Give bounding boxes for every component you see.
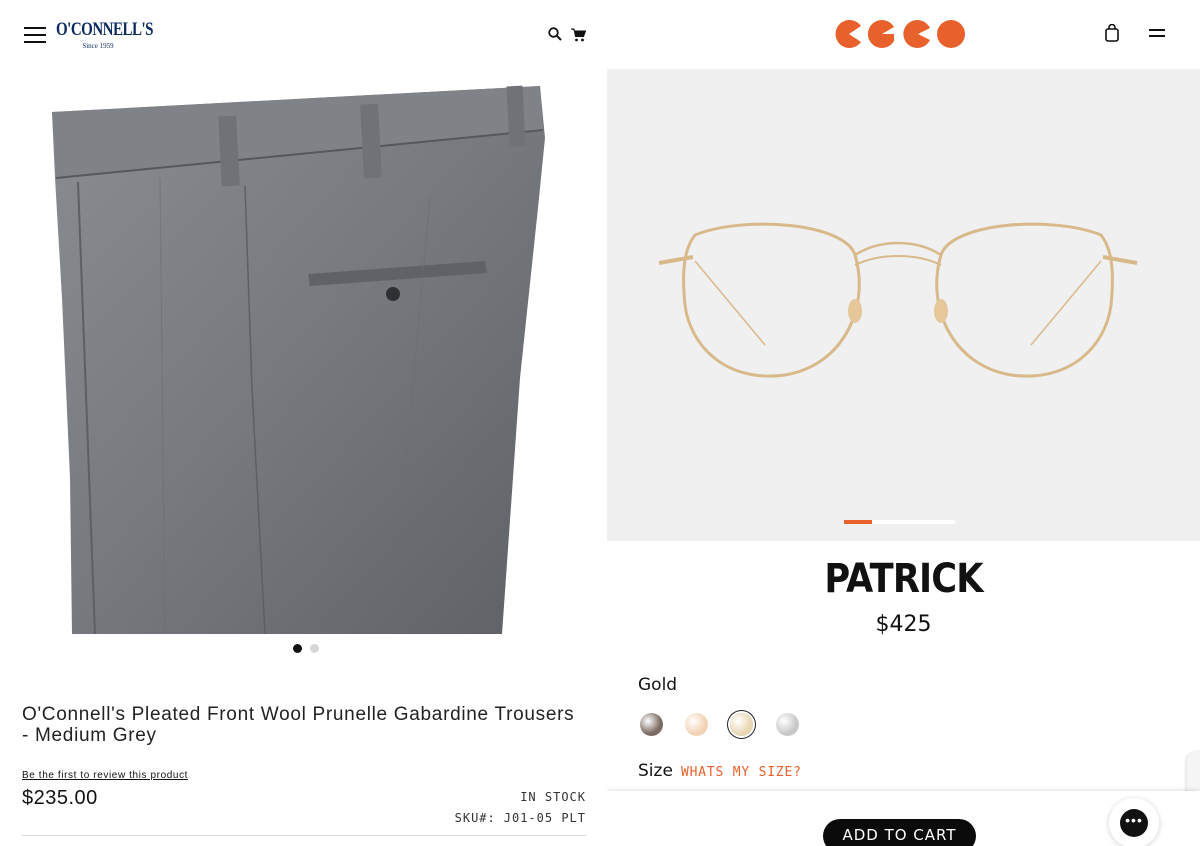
search-icon[interactable] <box>548 27 562 41</box>
color-label: Gold <box>638 675 678 695</box>
stock-status: IN STOCK <box>520 790 586 804</box>
hamburger-icon[interactable] <box>24 26 46 44</box>
product-image-glasses[interactable] <box>655 215 1141 391</box>
chat-button[interactable]: ••• <box>1109 798 1159 846</box>
size-guide-link[interactable]: WHATS MY SIZE? <box>681 765 802 780</box>
gallery-dot-2[interactable] <box>310 644 319 653</box>
product-name: PATRICK <box>824 556 983 602</box>
swatch-rose-gold[interactable] <box>685 713 708 736</box>
site-header: O'CONNELL'S Since 1959 <box>0 0 607 70</box>
gallery-progress <box>844 520 955 524</box>
chat-icon: ••• <box>1120 809 1148 837</box>
gallery-dot-1[interactable] <box>293 644 302 653</box>
sku-line: SKU#: J01-05 PLT <box>455 811 586 825</box>
sku-label: SKU#: <box>454 811 496 825</box>
divider <box>22 835 586 836</box>
swatch-gold[interactable] <box>730 713 753 736</box>
gallery-progress-fill <box>844 520 872 524</box>
shopping-bag-icon[interactable] <box>1104 24 1120 42</box>
product-image-trousers[interactable] <box>40 78 560 638</box>
brand-logo[interactable] <box>834 19 966 49</box>
swatch-brown[interactable] <box>640 713 663 736</box>
brand-logo[interactable]: O'CONNELL'S Since 1959 <box>56 18 154 52</box>
cart-icon[interactable] <box>571 28 586 42</box>
oconnells-page: O'CONNELL'S Since 1959 O'Connell's Pleat… <box>0 0 607 846</box>
product-gallery <box>607 69 1200 541</box>
sku-value: J01-05 PLT <box>503 811 586 825</box>
product-price: $425 <box>875 612 932 637</box>
brand-since: Since 1959 <box>82 42 114 50</box>
review-link[interactable]: Be the first to review this product <box>22 770 188 781</box>
product-title: O'Connell's Pleated Front Wool Prunelle … <box>22 704 575 746</box>
site-header <box>607 0 1200 69</box>
menu-icon[interactable] <box>1149 29 1165 39</box>
add-to-cart-button[interactable]: ADD TO CART <box>823 819 976 846</box>
size-label: Size <box>638 761 673 781</box>
eyewear-page: PATRICK $425 Gold Size WHATS MY SIZE? AD… <box>607 0 1200 846</box>
brand-wordmark: O'CONNELL'S <box>56 19 154 40</box>
swatch-silver[interactable] <box>776 713 799 736</box>
product-price: $235.00 <box>22 787 98 809</box>
